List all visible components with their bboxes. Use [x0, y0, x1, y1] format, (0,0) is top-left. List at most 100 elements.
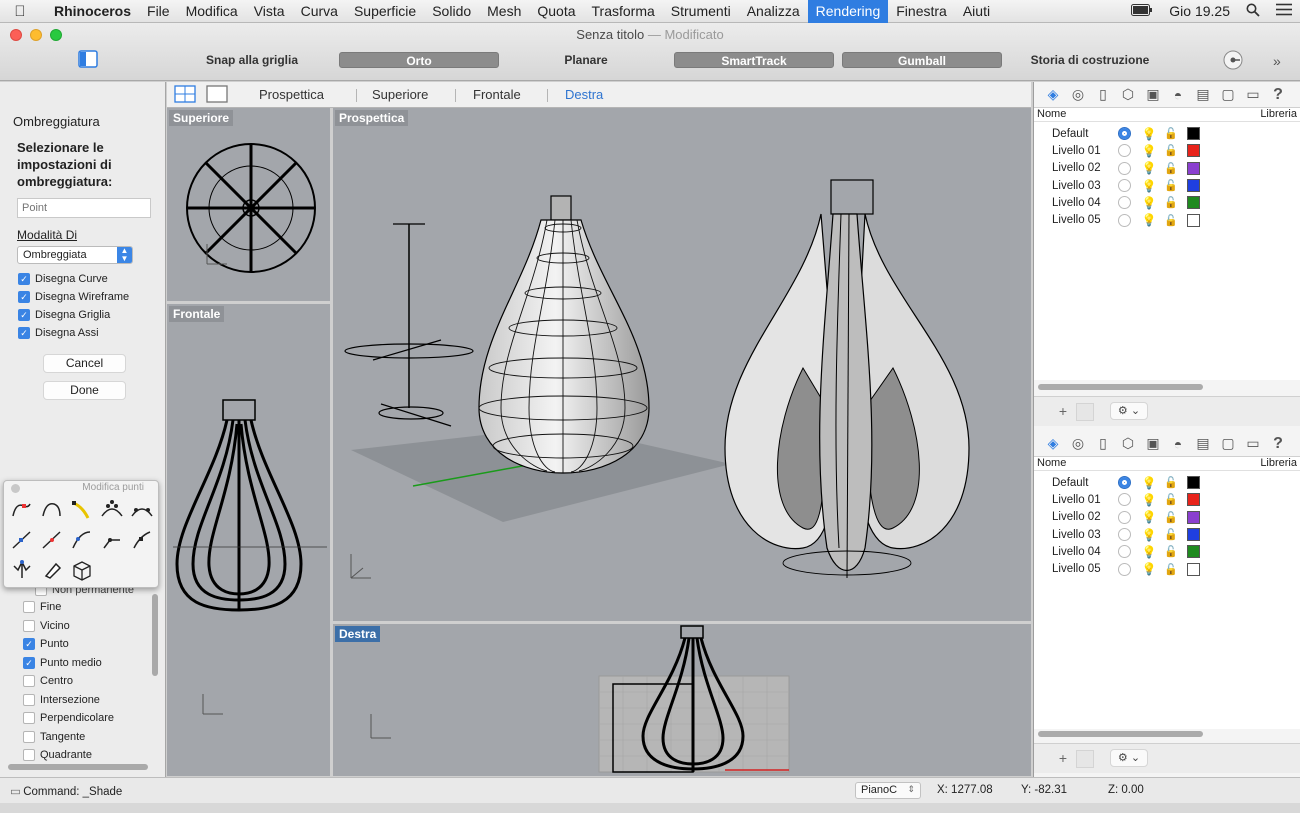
- orto-toggle[interactable]: Orto: [339, 52, 499, 68]
- tab-destra[interactable]: Destra: [565, 87, 603, 102]
- object-icon[interactable]: ⬡: [1117, 433, 1139, 455]
- lightbulb-icon[interactable]: 💡: [1141, 144, 1157, 158]
- lightbulb-icon[interactable]: 💡: [1141, 493, 1157, 507]
- left-horizontal-scrollbar[interactable]: [8, 764, 148, 770]
- menu-file[interactable]: File: [139, 0, 178, 23]
- layer-color-swatch[interactable]: [1187, 144, 1200, 158]
- handlebar-icon[interactable]: [97, 525, 127, 555]
- layer-row[interactable]: Livello 04 💡 🔓: [1034, 543, 1300, 560]
- layer-name[interactable]: Livello 03: [1034, 180, 1118, 192]
- viewport-label-right[interactable]: Destra: [335, 626, 381, 642]
- lock-icon[interactable]: 🔓: [1163, 528, 1179, 541]
- layer-name[interactable]: Livello 01: [1034, 145, 1118, 157]
- layer-name[interactable]: Livello 02: [1034, 511, 1118, 523]
- layer-row[interactable]: Livello 04 💡 🔓: [1034, 194, 1300, 211]
- menu-solido[interactable]: Solido: [424, 0, 479, 23]
- current-layer-radio[interactable]: [1118, 545, 1131, 559]
- notes-icon[interactable]: ▤: [1192, 84, 1214, 106]
- lightbulb-icon[interactable]: 💡: [1141, 476, 1157, 490]
- layer-color-swatch[interactable]: [1187, 196, 1200, 210]
- gear-icon[interactable]: ⚙ ⌄: [1110, 749, 1148, 767]
- osnap-item-punto[interactable]: ✓ Punto: [23, 635, 155, 654]
- layer-name[interactable]: Livello 05: [1034, 563, 1118, 575]
- viewport-icon[interactable]: ▢: [1217, 84, 1239, 106]
- viewport-label-perspective[interactable]: Prospettica: [335, 110, 409, 126]
- osnap-item-punto-medio[interactable]: ✓ Punto medio: [23, 654, 155, 673]
- planare-toggle[interactable]: Planare: [556, 52, 616, 68]
- tab-frontale[interactable]: Frontale: [473, 87, 521, 102]
- layer-color-swatch[interactable]: [1187, 493, 1200, 507]
- column-library[interactable]: Libreria: [1260, 457, 1297, 470]
- document-icon[interactable]: ▯: [1092, 433, 1114, 455]
- layer-name[interactable]: Livello 02: [1034, 162, 1118, 174]
- snap-grid-toggle[interactable]: Snap alla griglia: [200, 52, 304, 68]
- lock-icon[interactable]: 🔓: [1163, 476, 1179, 489]
- lightbulb-icon[interactable]: 💡: [1141, 161, 1157, 175]
- layer-row[interactable]: Livello 05 💡 🔓: [1034, 211, 1300, 228]
- current-layer-radio[interactable]: [1118, 510, 1131, 524]
- layer-row[interactable]: Default 💡 🔓: [1034, 474, 1300, 491]
- paint-point-icon[interactable]: [37, 555, 67, 585]
- lightbulb-icon[interactable]: 💡: [1141, 196, 1157, 210]
- layer-name[interactable]: Livello 04: [1034, 546, 1118, 558]
- viewport-perspective[interactable]: Prospettica: [333, 108, 1031, 621]
- insert-knot-icon[interactable]: [97, 495, 127, 525]
- column-name[interactable]: Nome: [1037, 108, 1066, 121]
- help-icon[interactable]: ?: [1267, 433, 1289, 455]
- history-toggle[interactable]: Storia di costruzione: [1020, 52, 1160, 68]
- osnap-item-tangente[interactable]: Tangente: [23, 728, 155, 747]
- smarttrack-toggle[interactable]: SmartTrack: [674, 52, 834, 68]
- current-layer-radio[interactable]: [1118, 493, 1131, 507]
- lock-icon[interactable]: 🔓: [1163, 196, 1179, 209]
- monitor-icon[interactable]: ▭: [1242, 84, 1264, 106]
- column-name[interactable]: Nome: [1037, 457, 1066, 470]
- lock-icon[interactable]: 🔓: [1163, 162, 1179, 175]
- layer-name[interactable]: Livello 03: [1034, 529, 1118, 541]
- osnap-item-perpendicolare[interactable]: Perpendicolare: [23, 709, 155, 728]
- record-history-icon[interactable]: [1222, 49, 1244, 74]
- spotlight-search-icon[interactable]: [1238, 3, 1268, 20]
- lightbulb-icon[interactable]: 💡: [1141, 528, 1157, 542]
- osnap-item-intersezione[interactable]: Intersezione: [23, 691, 155, 710]
- remove-knot-icon[interactable]: [127, 495, 157, 525]
- gumball-toggle[interactable]: Gumball: [842, 52, 1002, 68]
- lightbulb-icon[interactable]: 💡: [1141, 179, 1157, 193]
- menu-superficie[interactable]: Superficie: [346, 0, 424, 23]
- viewport-front[interactable]: Frontale: [167, 304, 330, 776]
- menu-analizza[interactable]: Analizza: [739, 0, 808, 23]
- menu-vista[interactable]: Vista: [246, 0, 293, 23]
- lightbulb-icon[interactable]: 💡: [1141, 545, 1157, 559]
- command-input[interactable]: [17, 198, 151, 218]
- draw-curves-checkbox[interactable]: ✓ Disegna Curve: [18, 270, 161, 288]
- menu-finestra[interactable]: Finestra: [888, 0, 955, 23]
- add-layer-button[interactable]: +: [1052, 750, 1074, 768]
- menu-rendering[interactable]: Rendering: [807, 0, 889, 23]
- osnap-item-centro[interactable]: Centro: [23, 672, 155, 691]
- layers-scrollbar[interactable]: [1038, 384, 1203, 390]
- current-layer-radio[interactable]: [1118, 179, 1131, 193]
- layers-icon[interactable]: ◈: [1042, 84, 1064, 106]
- smooth-icon[interactable]: [37, 525, 67, 555]
- lock-icon[interactable]: 🔓: [1163, 545, 1179, 558]
- remove-layer-button[interactable]: [1076, 750, 1094, 768]
- draw-axes-checkbox[interactable]: ✓ Disegna Assi: [18, 324, 161, 342]
- viewport-icon[interactable]: ▢: [1217, 433, 1239, 455]
- layer-row[interactable]: Livello 05 💡 🔓: [1034, 560, 1300, 577]
- battery-icon[interactable]: [1123, 3, 1161, 19]
- layer-row[interactable]: Livello 01 💡 🔓: [1034, 142, 1300, 159]
- current-layer-radio[interactable]: [1118, 562, 1131, 576]
- menu-trasforma[interactable]: Trasforma: [584, 0, 663, 23]
- menu-app-name[interactable]: Rhinoceros: [40, 0, 139, 23]
- layers-icon[interactable]: ◈: [1042, 433, 1064, 455]
- current-layer-radio[interactable]: [1118, 161, 1131, 175]
- lock-icon[interactable]: 🔓: [1163, 179, 1179, 192]
- cage-edit-icon[interactable]: [7, 555, 37, 585]
- tangent-edit-icon[interactable]: [127, 525, 157, 555]
- menu-strumenti[interactable]: Strumenti: [663, 0, 739, 23]
- current-layer-radio[interactable]: [1118, 196, 1131, 210]
- camera-icon[interactable]: ▣: [1142, 433, 1164, 455]
- current-layer-radio[interactable]: [1118, 127, 1131, 141]
- lock-icon[interactable]: 🔓: [1163, 493, 1179, 506]
- osnap-item-fine[interactable]: Fine: [23, 598, 155, 617]
- menu-curva[interactable]: Curva: [293, 0, 346, 23]
